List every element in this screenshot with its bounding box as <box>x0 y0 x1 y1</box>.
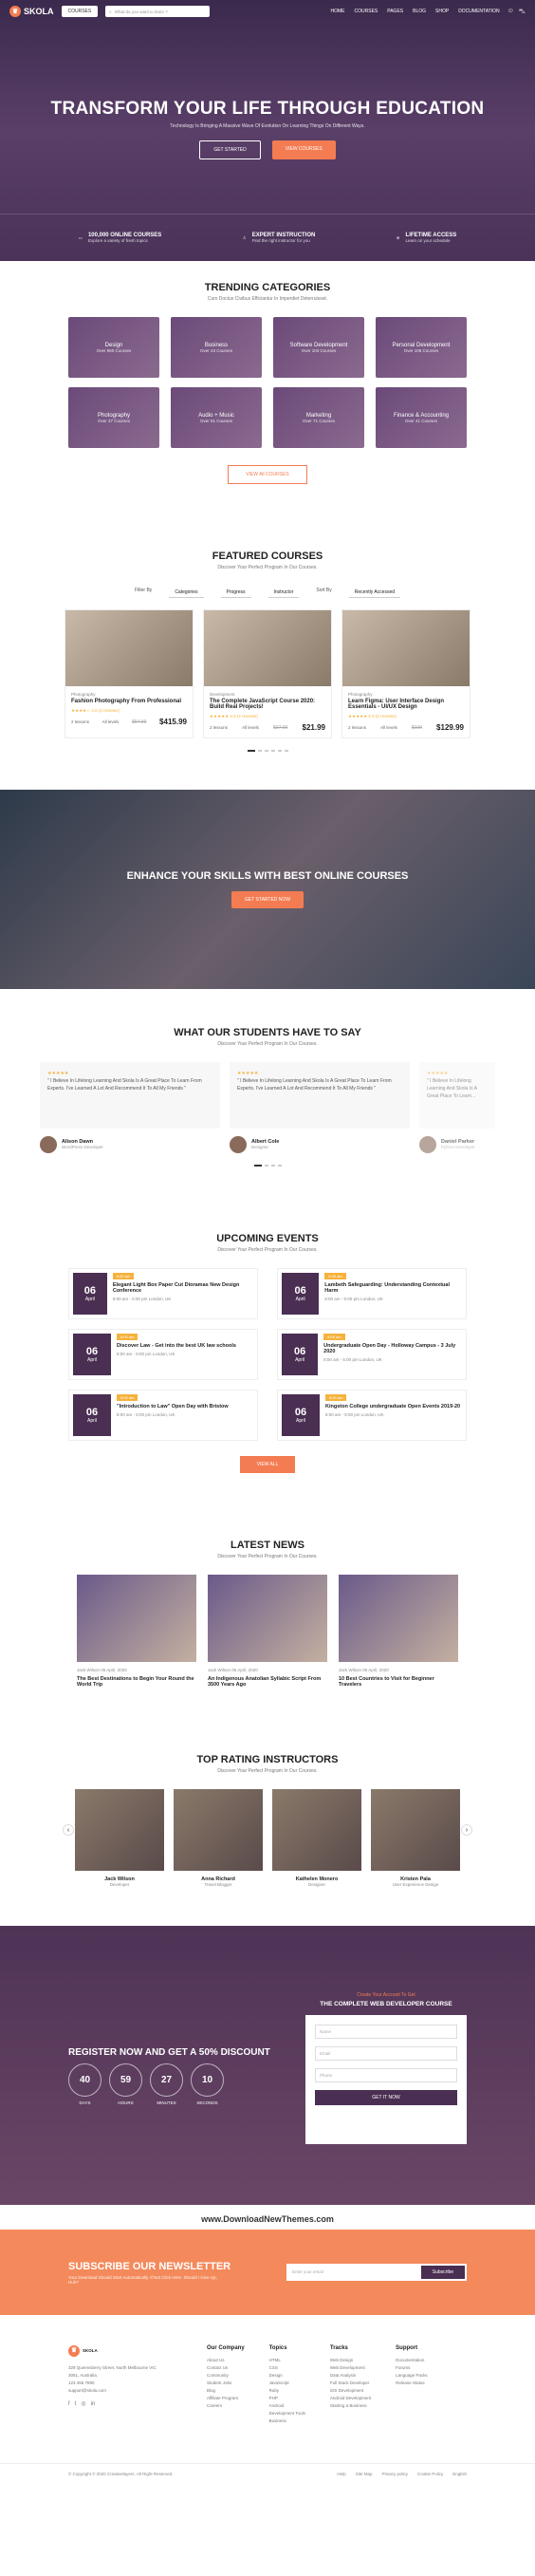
footer-logo[interactable]: ♛ SKOLA <box>68 2345 163 2357</box>
event-item[interactable]: 06 April 8:00 am Undergraduate Open Day - H… <box>277 1329 467 1380</box>
menu-pages[interactable]: PAGES <box>387 9 403 14</box>
event-item[interactable]: 06 April 8:00 am Kingston College undergrad… <box>277 1390 467 1441</box>
avatar <box>40 1136 57 1153</box>
get-started-now-button[interactable]: GET STARTED NOW <box>231 891 304 908</box>
news-card[interactable]: Jack Wilson 06 April, 2020 10 Best Countr… <box>339 1575 458 1688</box>
categories-select[interactable]: Categories <box>169 588 204 598</box>
category-card[interactable]: Software Development Over 103 Courses <box>273 317 364 378</box>
features-bar: ▭ 100,000 ONLINE COURSES Explore a variety… <box>0 214 535 261</box>
instructor-select[interactable]: Instructor <box>268 588 300 598</box>
sort-select[interactable]: Recently Accessed <box>348 588 401 598</box>
instructor-card[interactable]: Jack Wilson Developer <box>75 1789 164 1888</box>
courses-button[interactable]: COURSES <box>61 6 99 17</box>
name-field[interactable]: Name <box>315 2025 457 2039</box>
event-item[interactable]: 06 April 8:00 am Elegant Light Box Paper Cu… <box>68 1268 258 1319</box>
feature-item: ♙ EXPERT INSTRUCTION Find the right instru… <box>242 232 316 243</box>
logo-icon: ♛ <box>9 6 21 17</box>
stars-icon: ★★★★★ <box>427 1071 449 1076</box>
subscribe-button[interactable]: Subscribe <box>420 2266 465 2279</box>
email-field[interactable]: Email <box>315 2046 457 2061</box>
newsletter-email-input[interactable]: Enter your email <box>288 2266 421 2279</box>
view-courses-button[interactable]: VIEW COURSES <box>271 140 336 159</box>
logo-icon: ♛ <box>68 2345 80 2357</box>
user-icon[interactable]: ☺ <box>507 8 514 16</box>
social-icons[interactable]: f t ◎ in <box>68 2400 163 2408</box>
countdown-timer: 40 DAYS 59 HOURS 27 MINUTES 10 SECONDS <box>68 2063 224 2105</box>
chevron-right-icon[interactable]: › <box>461 1824 472 1836</box>
footer-bottom: © Copyright © 2020 Creativelayers. All R… <box>0 2463 535 2476</box>
instructor-card[interactable]: Kristen Pala User Experience Design <box>371 1789 460 1888</box>
hero-subtitle: Technology Is Bringing A Massive Wave Of… <box>170 123 365 129</box>
course-card[interactable]: Development The Complete JavaScript Cours… <box>203 609 332 738</box>
feature-item: ▭ 100,000 ONLINE COURSES Explore a variety… <box>78 232 162 243</box>
event-item[interactable]: 06 April 8:00 am Lambeth Safeguarding: Unde… <box>277 1268 467 1319</box>
logo[interactable]: ♛ SKOLA <box>9 6 54 17</box>
category-card[interactable]: Design Over 960 Courses <box>68 317 159 378</box>
category-card[interactable]: Marketing Over 71 Courses <box>273 387 364 448</box>
events-section: UPCOMING EVENTS Discover Your Perfect Pr… <box>0 1167 535 1473</box>
course-card[interactable]: Photography Learn Figma: User Interface D… <box>341 609 470 738</box>
promo-banner: ENHANCE YOUR SKILLS WITH BEST ONLINE COU… <box>0 790 535 989</box>
lifetime-icon: ⊕ <box>396 234 400 240</box>
course-card[interactable]: Photography Fashion Photography From Prof… <box>65 609 194 738</box>
featured-section: FEATURED COURSES Discover Your Perfect P… <box>0 484 535 752</box>
chevron-left-icon[interactable]: ‹ <box>63 1824 74 1836</box>
news-section: LATEST NEWS Discover Your Perfect Progra… <box>0 1473 535 1688</box>
instructor-card[interactable]: Anna Richard Travel Blogger <box>174 1789 263 1888</box>
menu-shop[interactable]: SHOP <box>435 9 449 14</box>
category-card[interactable]: Business Over 43 Courses <box>171 317 262 378</box>
testimonial-card: ★★★★★ " I Believe In Lifelong Learning An… <box>419 1062 495 1153</box>
phone-field[interactable]: Phone <box>315 2068 457 2082</box>
register-section: REGISTER NOW AND GET A 50% DISCOUNT 40 DA… <box>0 1926 535 2205</box>
hero-section: ♛ SKOLA COURSES ⌕ What do you want to lear… <box>0 0 535 261</box>
get-it-now-button[interactable]: GET IT NOW <box>315 2090 457 2105</box>
stars-icon: ★★★★★ <box>237 1071 259 1076</box>
instructor-icon: ♙ <box>242 234 247 240</box>
category-card[interactable]: Personal Development Over 109 Courses <box>376 317 467 378</box>
avatar <box>230 1136 247 1153</box>
search-icon: ⌕ <box>109 9 112 14</box>
trending-section: TRENDING CATEGORIES Cum Doctus Civibus E… <box>0 261 535 484</box>
progress-select[interactable]: Progress <box>220 588 251 598</box>
view-all-courses-button[interactable]: VIEW All COURSES <box>228 465 307 484</box>
hero-title: TRANSFORM YOUR LIFE THROUGH EDUCATION <box>50 99 485 119</box>
search-input[interactable]: ⌕ What do you want to learn ? <box>105 6 211 17</box>
event-item[interactable]: 06 April 8:00 am "Introduction to Law" Open… <box>68 1390 258 1441</box>
language-select[interactable]: English <box>452 2472 467 2476</box>
instructor-card[interactable]: Kathelen Monero Designer <box>272 1789 361 1888</box>
menu-courses[interactable]: COURSES <box>355 9 378 14</box>
stars-icon: ★★★★★ <box>47 1071 69 1076</box>
news-card[interactable]: Jack Wilson 06 April, 2020 The Best Desti… <box>77 1575 196 1688</box>
get-started-button[interactable]: GET STARTED <box>199 140 261 159</box>
feature-item: ⊕ LIFETIME ACCESS Learn on your schedule <box>396 232 457 243</box>
newsletter-section: SUBSCRIBE OUR NEWSLETTER Your Download Sh… <box>0 2230 535 2315</box>
menu-documentation[interactable]: DOCUMENTATION <box>458 9 499 14</box>
cart-icon[interactable]: ⛍ <box>519 8 526 16</box>
watermark: www.DownloadNewThemes.com <box>201 2214 334 2224</box>
news-card[interactable]: Jack Wilson 06 April, 2020 An Indigenous … <box>208 1575 327 1688</box>
menu-home[interactable]: HOME <box>331 9 345 14</box>
section-title: TRENDING CATEGORIES <box>204 282 331 293</box>
avatar <box>419 1136 436 1153</box>
filter-bar: Filter By Categories Progress Instructor … <box>0 588 535 598</box>
instructors-section: TOP RATING INSTRUCTORS Discover Your Per… <box>0 1688 535 1888</box>
menu-blog[interactable]: BLOG <box>413 9 426 14</box>
laptop-icon: ▭ <box>78 234 83 240</box>
register-form: Create Your Account To Get THE COMPLETE … <box>305 1992 467 2144</box>
event-item[interactable]: 06 April 8:00 am Discover Law - Get into th… <box>68 1329 258 1380</box>
carousel-dots[interactable] <box>0 750 535 752</box>
testimonials-section: WHAT OUR STUDENTS HAVE TO SAY Discover Y… <box>0 989 535 1167</box>
category-card[interactable]: Photography Over 37 Courses <box>68 387 159 448</box>
category-card[interactable]: Audio + Music Over 51 Courses <box>171 387 262 448</box>
testimonial-card: ★★★★★ " I Believe In Lifelong Learning An… <box>230 1062 410 1153</box>
testimonial-card: ★★★★★ " I Believe In Lifelong Learning An… <box>40 1062 220 1153</box>
footer: ♛ SKOLA 329 Queensberry Street, North Mel… <box>68 2345 428 2423</box>
top-nav: ♛ SKOLA COURSES ⌕ What do you want to lear… <box>0 0 535 23</box>
view-all-events-button[interactable]: VIEW ALL <box>239 1456 296 1473</box>
main-menu: HOME COURSES PAGES BLOG SHOP DOCUMENTATI… <box>331 9 500 14</box>
category-card[interactable]: Finance & Accounting Over 41 Courses <box>376 387 467 448</box>
